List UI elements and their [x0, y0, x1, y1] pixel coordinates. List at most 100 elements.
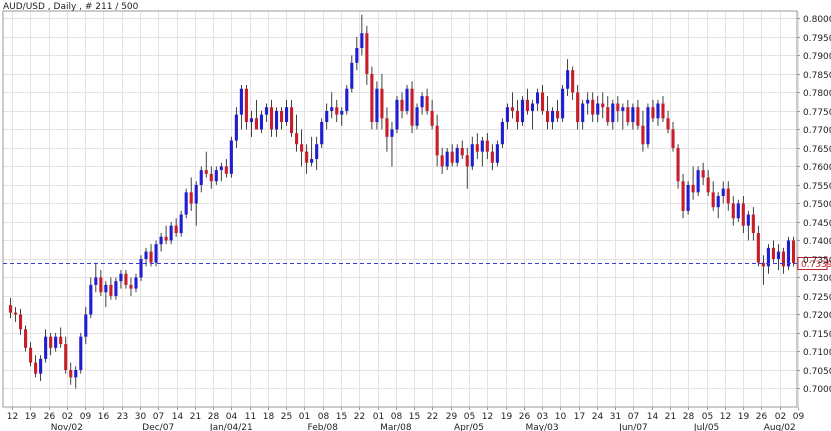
- candle-down: [616, 96, 620, 123]
- candle-body: [510, 107, 514, 111]
- candle-down: [290, 99, 294, 137]
- x-tick-label: 19: [25, 412, 37, 422]
- candle-down: [676, 144, 680, 189]
- candle-body: [470, 144, 474, 167]
- x-tick-label: 07: [628, 412, 639, 422]
- candle-body: [746, 214, 750, 226]
- candle-up: [320, 118, 324, 148]
- x-tick-label: 22: [427, 412, 438, 422]
- candle-body: [781, 251, 786, 267]
- candle-body: [741, 203, 745, 226]
- candle-body: [480, 140, 484, 152]
- candle-body: [154, 244, 158, 263]
- candle-up: [325, 103, 329, 130]
- y-tick-label: 0.8000: [803, 15, 831, 25]
- candle-up: [530, 99, 535, 130]
- candle-down: [124, 270, 128, 289]
- candle-up: [285, 99, 289, 126]
- candle-down: [295, 114, 299, 152]
- x-tick-label: 02: [62, 412, 73, 422]
- candle-down: [485, 133, 489, 160]
- candle-body: [661, 103, 665, 119]
- candle-down: [556, 99, 560, 123]
- x-tick-label: 16: [98, 412, 110, 422]
- candle-body: [691, 184, 695, 193]
- x-tick-label: 12: [720, 412, 731, 422]
- candle-up: [480, 136, 484, 167]
- candle-body: [455, 147, 459, 163]
- x-month-label: Nov/02: [51, 423, 83, 431]
- x-tick-label: 01: [299, 412, 310, 422]
- candle-down: [465, 147, 469, 189]
- x-tick-label: 11: [245, 412, 256, 422]
- candle-body: [676, 147, 680, 182]
- candle-body: [500, 122, 504, 145]
- candle-down: [400, 92, 404, 119]
- y-tick-label: 0.7250: [803, 293, 831, 303]
- y-tick-label: 0.7500: [803, 200, 831, 210]
- candle-body: [415, 107, 419, 126]
- candle-body: [89, 284, 93, 315]
- candle-body: [54, 336, 58, 348]
- x-tick-label: 09: [793, 412, 805, 422]
- candle-body: [475, 144, 479, 152]
- x-tick-label: 08: [318, 412, 330, 422]
- candle-up: [184, 188, 188, 219]
- candle-body: [696, 170, 700, 193]
- candle-up: [229, 136, 233, 178]
- candle-down: [571, 66, 575, 100]
- candle-body: [325, 110, 329, 123]
- candle-body: [159, 236, 163, 245]
- candle-body: [199, 170, 203, 185]
- candle-body: [380, 88, 384, 119]
- candle-body: [239, 88, 243, 115]
- candle-body: [365, 33, 369, 74]
- candle-body: [259, 114, 264, 130]
- candle-body: [84, 314, 88, 337]
- candle-body: [395, 99, 399, 130]
- candle-up: [79, 332, 83, 374]
- x-tick-label: 23: [117, 412, 128, 422]
- x-tick-label: 05: [702, 412, 713, 422]
- candle-body: [370, 73, 374, 123]
- x-tick-label: 07: [153, 412, 164, 422]
- candle-down: [365, 25, 369, 86]
- candle-up: [154, 240, 158, 267]
- candle-down: [29, 342, 33, 367]
- candle-body: [465, 155, 469, 167]
- candle-up: [405, 85, 409, 115]
- x-tick-label: 02: [775, 412, 786, 422]
- candle-body: [390, 129, 394, 137]
- candle-up: [495, 140, 499, 167]
- candle-body: [641, 125, 645, 145]
- candle-body: [751, 214, 755, 234]
- candle-down: [18, 308, 23, 335]
- candle-body: [576, 92, 580, 123]
- candle-body: [24, 329, 28, 348]
- candle-body: [139, 258, 143, 278]
- candle-down: [681, 173, 685, 219]
- candle-down: [64, 336, 68, 374]
- candle-body: [636, 107, 640, 126]
- candle-body: [671, 129, 675, 148]
- candle-body: [264, 107, 269, 115]
- candle-down: [510, 92, 514, 119]
- x-tick-label: 19: [501, 412, 513, 422]
- candle-up: [219, 162, 223, 182]
- candle-body: [681, 181, 685, 211]
- y-tick-label: 0.7650: [803, 145, 831, 155]
- candle-body: [450, 151, 454, 163]
- candle-down: [741, 196, 745, 234]
- candle-body: [616, 103, 620, 111]
- candle-body: [736, 203, 740, 219]
- candle-body: [179, 214, 183, 234]
- x-tick-label: 26: [756, 412, 768, 422]
- candle-body: [666, 118, 670, 130]
- candle-up: [581, 99, 585, 130]
- candle-body: [731, 203, 735, 219]
- x-month-label: Feb/08: [308, 423, 339, 431]
- candle-down: [204, 151, 208, 178]
- y-tick-label: 0.7800: [803, 89, 831, 99]
- candle-down: [385, 107, 389, 152]
- candlestick-chart[interactable]: 0.7339 0.70000.70500.71000.71500.72000.7…: [0, 0, 831, 431]
